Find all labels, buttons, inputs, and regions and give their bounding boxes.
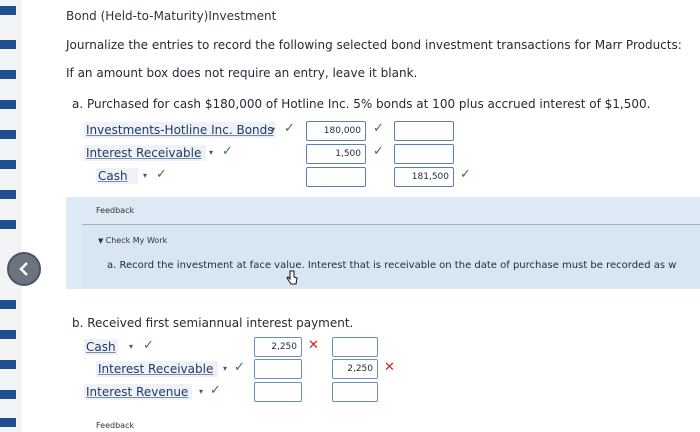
chevron-down-icon[interactable]: ▾ — [194, 386, 208, 398]
strip-bar — [0, 130, 16, 139]
account-select-label: Interest Receivable — [98, 362, 214, 376]
credit-field[interactable]: 2,250 — [332, 359, 378, 379]
correct-check-icon: ✓ — [234, 360, 245, 375]
feedback-heading: Feedback — [96, 421, 135, 430]
account-select[interactable]: Interest Revenue — [84, 384, 192, 400]
chevron-down-icon[interactable]: ▾ — [266, 124, 280, 136]
debit-field[interactable] — [254, 359, 302, 379]
strip-bar — [0, 220, 16, 229]
check-my-work-toggle[interactable]: ▼ Check My Work — [98, 236, 167, 245]
check-my-work-panel — [82, 224, 700, 288]
feedback-heading: Feedback — [96, 206, 135, 215]
strip-bar — [0, 418, 16, 427]
correct-check-icon: ✓ — [222, 144, 233, 159]
correct-check-icon: ✓ — [156, 167, 167, 182]
strip-bar — [0, 6, 16, 15]
feedback-text: a. Record the investment at face value. … — [107, 260, 677, 271]
chevron-down-icon[interactable]: ▾ — [138, 170, 152, 182]
left-nav-strip — [0, 0, 22, 432]
strip-bar — [0, 390, 16, 399]
strip-bar — [0, 360, 16, 369]
chevron-down-icon[interactable]: ▾ — [218, 363, 232, 375]
debit-field[interactable]: 2,250 — [254, 337, 302, 357]
credit-field[interactable] — [394, 144, 454, 164]
credit-field[interactable] — [332, 382, 378, 402]
credit-field[interactable] — [332, 337, 378, 357]
correct-check-icon: ✓ — [460, 167, 471, 182]
instructions: Journalize the entries to record the fol… — [66, 38, 682, 52]
debit-field[interactable]: 180,000 — [306, 121, 366, 141]
previous-button[interactable] — [7, 252, 41, 286]
account-select-label: Interest Revenue — [86, 385, 189, 399]
strip-bar — [0, 190, 16, 199]
page-title: Bond (Held-to-Maturity)Investment — [66, 9, 277, 23]
triangle-down-icon: ▼ — [98, 237, 106, 245]
account-select-label: Interest Receivable — [86, 146, 202, 160]
correct-check-icon: ✓ — [284, 121, 295, 136]
strip-bar — [0, 100, 16, 109]
incorrect-x-icon: ✕ — [384, 360, 395, 375]
blank-entry-note: If an amount box does not require an ent… — [66, 66, 418, 80]
account-select[interactable]: Investments-Hotline Inc. Bonds — [84, 122, 276, 138]
credit-field[interactable]: 181,500 — [394, 167, 454, 187]
credit-field[interactable] — [394, 121, 454, 141]
account-select[interactable]: Interest Receivable — [96, 361, 218, 377]
debit-field[interactable] — [306, 167, 366, 187]
check-my-work-label: Check My Work — [105, 236, 168, 245]
account-select-label: Cash — [86, 340, 116, 354]
strip-bar — [0, 160, 16, 169]
account-select[interactable]: Cash — [84, 339, 118, 355]
strip-bar — [0, 40, 16, 49]
strip-bar — [0, 300, 16, 309]
part-b-label: b. Received first semiannual interest pa… — [72, 316, 354, 330]
account-select[interactable]: Interest Receivable — [84, 145, 206, 161]
incorrect-x-icon: ✕ — [308, 338, 319, 353]
chevron-down-icon[interactable]: ▾ — [204, 147, 218, 159]
chevron-down-icon[interactable]: ▾ — [124, 341, 138, 353]
hand-cursor-icon — [286, 270, 298, 285]
debit-field[interactable]: 1,500 — [306, 144, 366, 164]
account-select-label: Cash — [98, 169, 128, 183]
part-a-label: a. Purchased for cash $180,000 of Hotlin… — [72, 97, 651, 111]
account-select-label: Investments-Hotline Inc. Bonds — [86, 123, 274, 137]
strip-bar — [0, 330, 16, 339]
correct-check-icon: ✓ — [210, 383, 221, 398]
debit-field[interactable] — [254, 382, 302, 402]
correct-check-icon: ✓ — [373, 144, 384, 159]
correct-check-icon: ✓ — [143, 338, 154, 353]
correct-check-icon: ✓ — [373, 121, 384, 136]
account-select[interactable]: Cash — [96, 168, 138, 184]
strip-bar — [0, 70, 16, 79]
chevron-left-icon — [19, 262, 28, 276]
